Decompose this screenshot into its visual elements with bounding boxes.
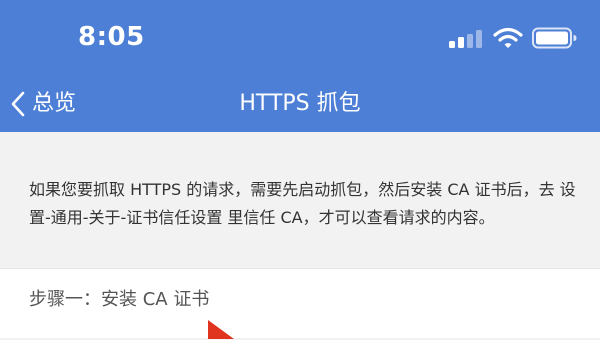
wifi-icon: [493, 27, 523, 48]
navigation-bar: 总览 HTTPS 抓包: [0, 76, 600, 132]
intro-text: 如果您要抓取 HTTPS 的请求，需要先启动抓包，然后安装 CA 证书后，去 设…: [29, 180, 576, 227]
step-list-item[interactable]: 步骤一：安装 CA 证书: [0, 268, 600, 338]
battery-icon: [532, 27, 577, 49]
app-header: 8:05 总览 HTTPS 抓包: [0, 0, 600, 132]
status-time: 8:05: [78, 22, 145, 52]
step-one-label: 步骤一：安装 CA 证书: [29, 289, 210, 310]
cellular-signal-icon: [449, 30, 483, 48]
status-bar: 8:05: [0, 0, 600, 76]
page-title: HTTPS 抓包: [239, 91, 361, 116]
